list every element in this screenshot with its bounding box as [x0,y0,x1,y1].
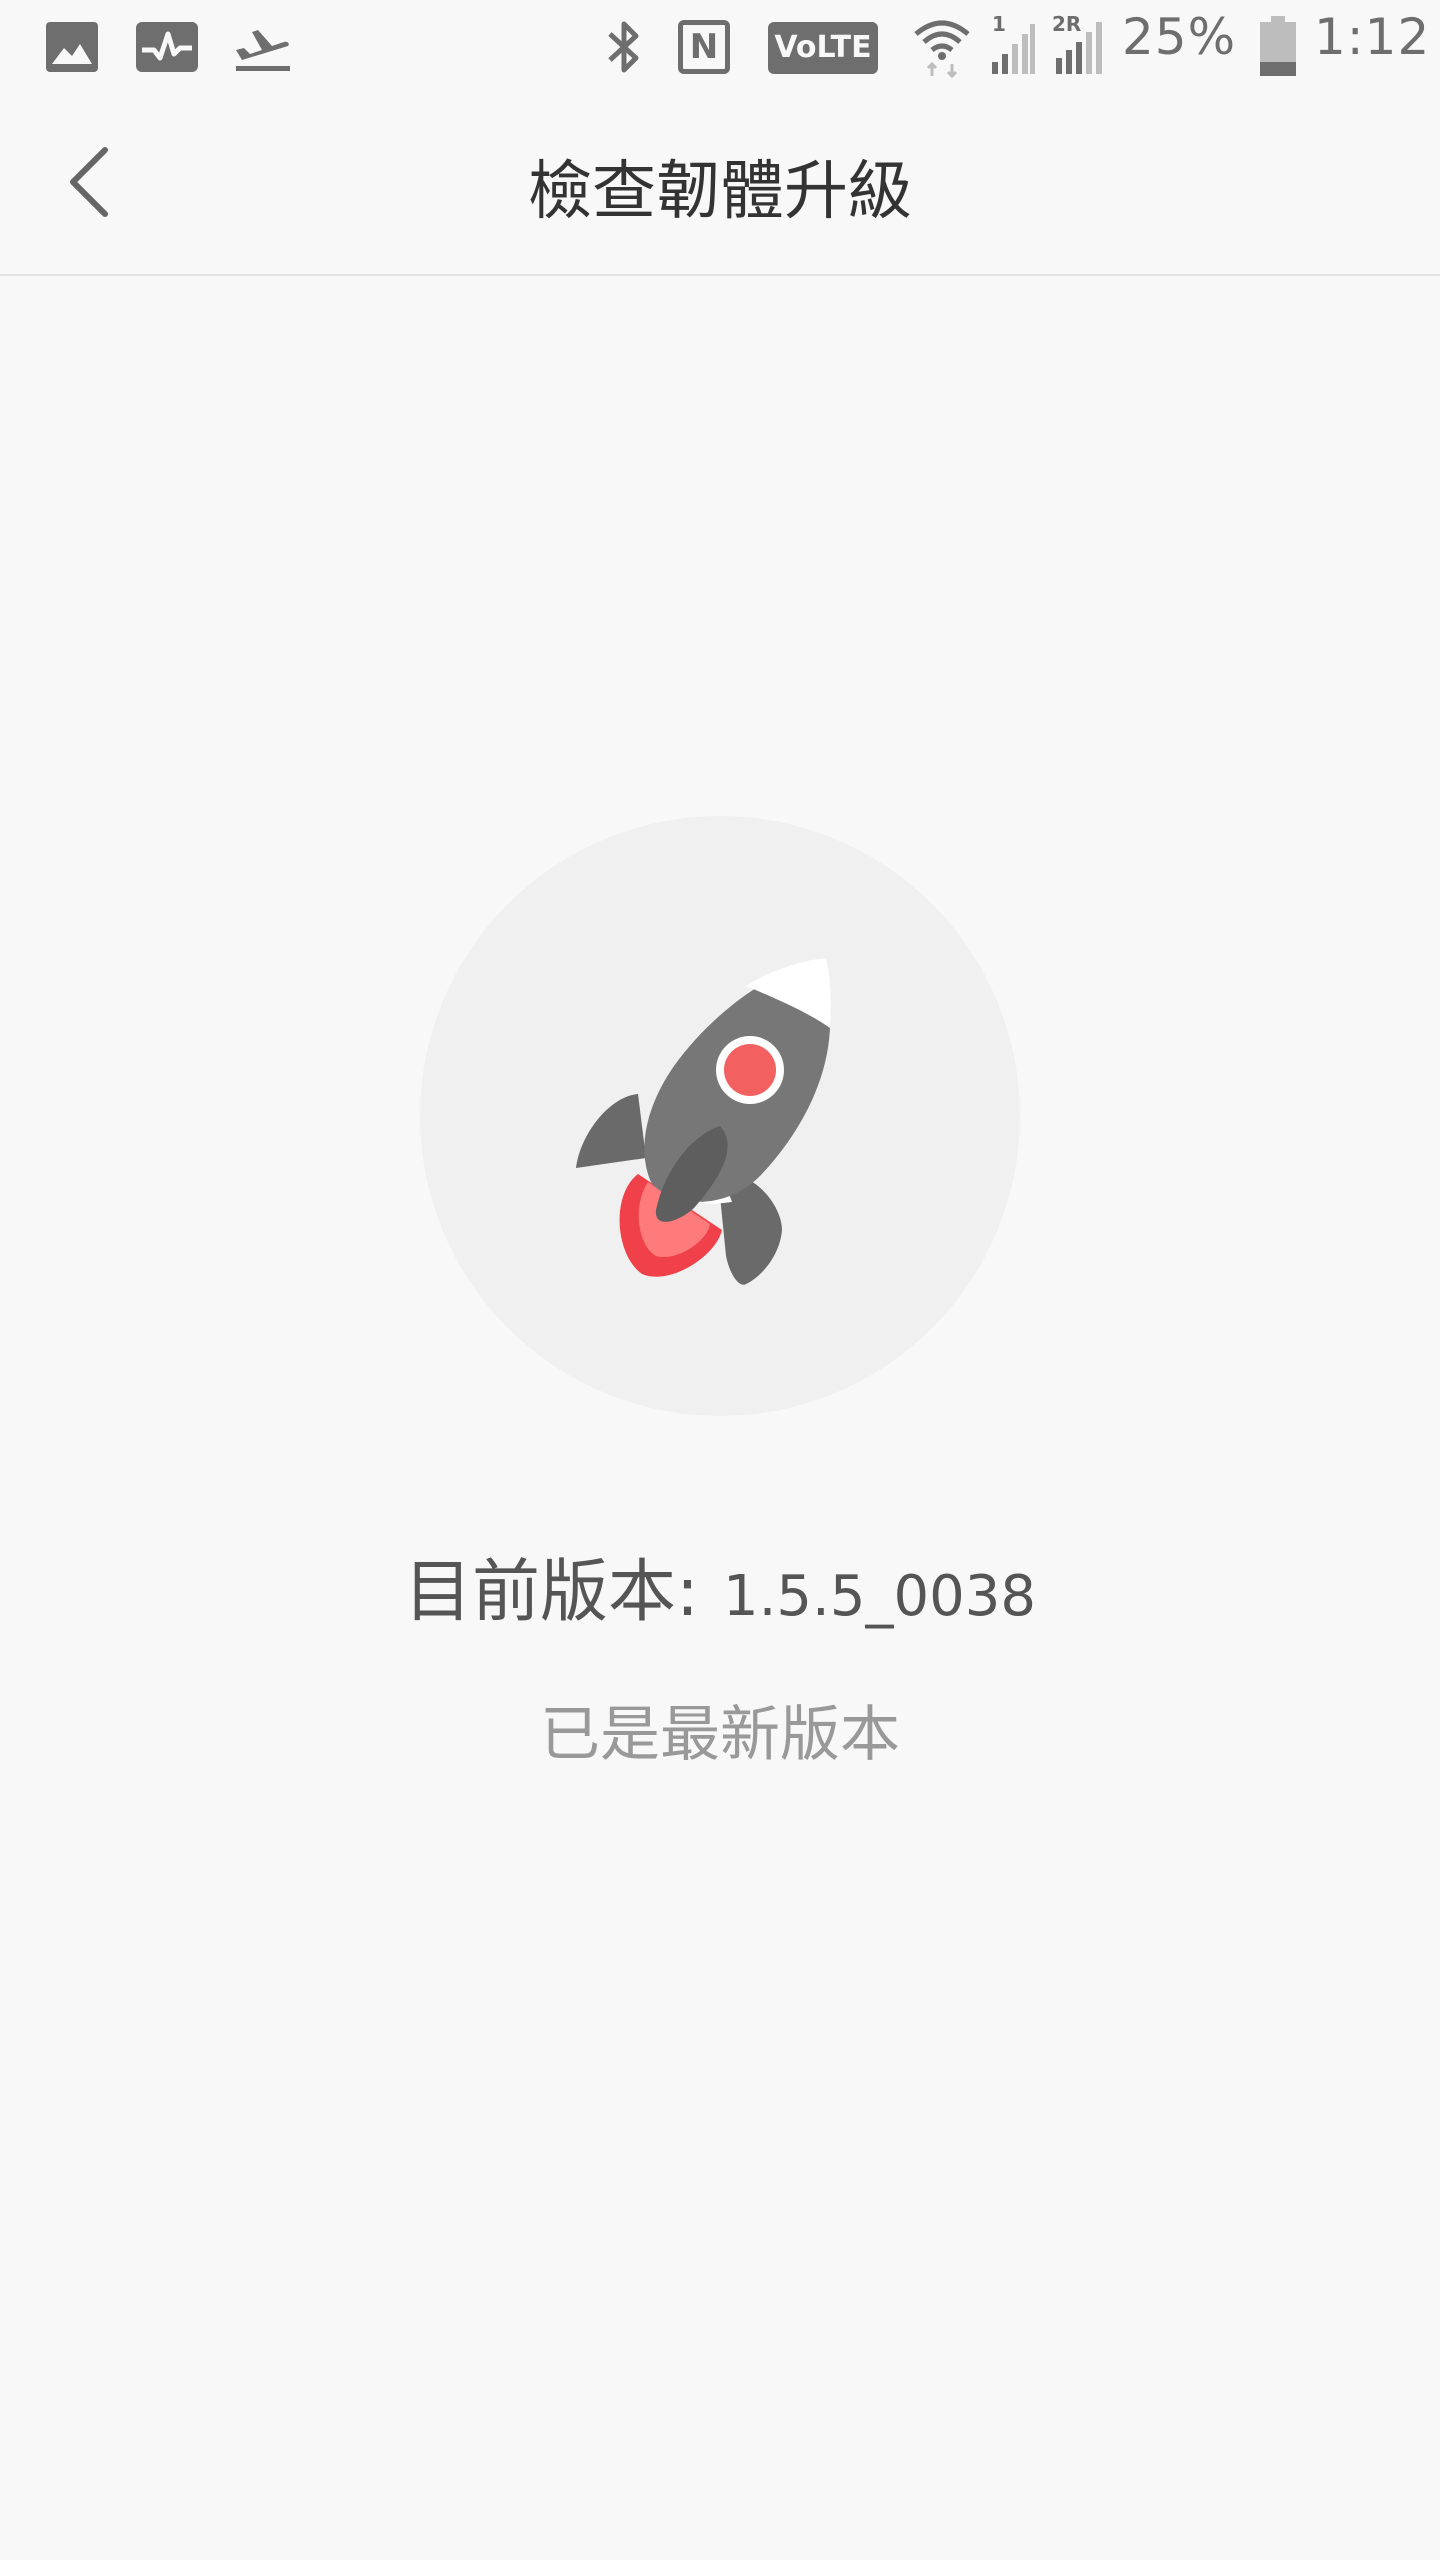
nfc-icon: N [678,20,730,74]
illustration-circle [420,816,1020,1416]
airplane-takeoff-icon [236,30,290,71]
current-version: 目前版本: 1.5.5_0038 [0,1536,1440,1635]
image-icon [46,22,98,72]
up-to-date-message: 已是最新版本 [540,1700,900,1770]
volte-icon: VoLTE [768,22,878,74]
wifi-icon [914,20,970,78]
clock: 1:12 [1314,8,1431,66]
app-bar: 檢查韌體升級 [0,92,1440,276]
status-bar: N VoLTE 1 2R 25% 1:12 [0,0,1440,92]
signal-sim2-icon: 2R [1052,14,1106,76]
activity-icon [136,22,198,72]
rocket-icon [576,958,831,1285]
version-label: 目前版本: [404,1553,699,1632]
version-value: 1.5.5_0038 [722,1564,1036,1629]
signal-sim1-icon: 1 [990,14,1036,76]
battery-icon [1260,16,1296,76]
page-title: 檢查韌體升級 [528,155,912,229]
bluetooth-icon [608,21,639,73]
battery-percent: 25% [1122,8,1237,66]
